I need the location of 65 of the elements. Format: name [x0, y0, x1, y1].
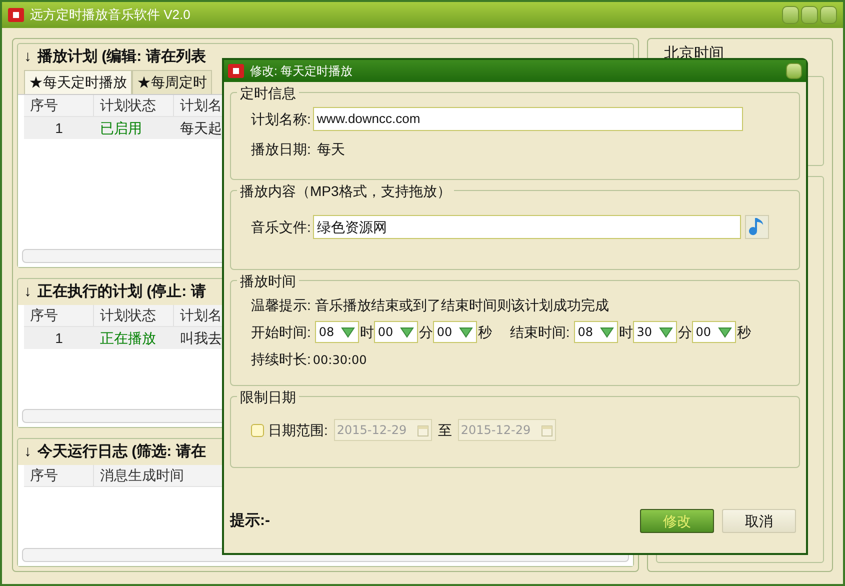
- down-arrow-icon: ↓: [24, 46, 32, 68]
- dropdown-arrow-icon: [600, 326, 614, 338]
- down-arrow-icon: ↓: [24, 440, 32, 464]
- window-control-button[interactable]: [782, 6, 799, 24]
- field-label: 日期范围:: [268, 420, 328, 440]
- tab[interactable]: ★每周定时: [132, 70, 212, 94]
- table-cell-text: 已启用: [99, 118, 143, 138]
- browse-button[interactable]: [745, 215, 769, 239]
- column-header[interactable]: 计划状态: [94, 305, 174, 326]
- column-header[interactable]: 序号: [24, 95, 94, 116]
- date-range-checkbox[interactable]: [251, 424, 264, 436]
- panel-title: 今天运行日志 (筛选: 请在: [38, 442, 206, 462]
- dropdown-arrow-icon: [400, 326, 414, 338]
- column-header[interactable]: 计划状态: [94, 95, 174, 116]
- table-cell-text: 叫我去: [179, 328, 223, 348]
- music-note-icon: [749, 217, 765, 237]
- field-label: 音乐文件:: [251, 218, 311, 236]
- range-separator: 至: [438, 420, 452, 440]
- panel-title: 播放计划 (编辑: 请在列表: [38, 46, 206, 67]
- time-dropdown[interactable]: 08: [574, 321, 618, 343]
- window-title: 远方定时播放音乐软件 V2.0: [30, 6, 190, 24]
- dialog-title: 修改: 每天定时播放: [250, 63, 353, 80]
- unit-label: 分: [418, 322, 433, 342]
- calendar-icon: [416, 424, 429, 436]
- field-label: 计划名称:: [251, 110, 311, 128]
- unit-label: 分: [678, 322, 692, 342]
- field-label: 持续时长:: [251, 350, 311, 369]
- time-dropdown[interactable]: 00: [692, 321, 736, 343]
- dropdown-arrow-icon: [658, 326, 673, 338]
- dropdown-arrow-icon: [718, 326, 732, 338]
- unit-label: 秒: [736, 322, 751, 342]
- field-label: 开始时间:: [251, 322, 311, 342]
- column-header[interactable]: 序号: [24, 465, 94, 486]
- dropdown-arrow-icon: [340, 326, 355, 338]
- unit-label: 时: [360, 322, 374, 342]
- hint-text: 提示:-: [230, 510, 270, 531]
- tip-text: 温馨提示: 音乐播放结束或到了结束时间则该计划成功完成: [251, 296, 610, 315]
- close-button[interactable]: [786, 63, 802, 79]
- field-label: 播放日期:: [251, 140, 311, 159]
- column-header[interactable]: 序号: [24, 305, 94, 326]
- panel-title: 正在执行的计划 (停止: 请: [38, 282, 206, 302]
- dropdown-arrow-icon: [458, 326, 473, 338]
- field-label: 结束时间:: [510, 322, 570, 342]
- window-control-button[interactable]: [801, 6, 818, 24]
- plan-name-field[interactable]: www.downcc.com: [312, 107, 743, 131]
- window-control-button[interactable]: [820, 6, 837, 24]
- down-arrow-icon: ↓: [24, 280, 32, 304]
- unit-label: 秒: [478, 322, 492, 342]
- calendar-icon: [540, 424, 553, 436]
- table-cell-text: 正在播放: [99, 328, 157, 348]
- cancel-button[interactable]: 取消: [722, 509, 796, 533]
- tab[interactable]: ★每天定时播放: [24, 70, 132, 94]
- table-cell-text: 1: [54, 328, 64, 348]
- time-dropdown[interactable]: 30: [632, 321, 677, 343]
- table-cell-text: 1: [54, 118, 64, 138]
- music-file-field[interactable]: 绿色资源网: [312, 215, 741, 239]
- time-dropdown[interactable]: 00: [432, 321, 477, 343]
- duration-value: 00:30:00: [312, 352, 367, 368]
- unit-label: 时: [618, 322, 633, 342]
- time-dropdown[interactable]: 08: [314, 321, 359, 343]
- field-value: 每天: [316, 140, 345, 159]
- table-cell-text: 每天起: [179, 118, 223, 138]
- app-icon: [8, 8, 24, 22]
- app-icon: [228, 64, 244, 78]
- time-dropdown[interactable]: 00: [374, 321, 418, 343]
